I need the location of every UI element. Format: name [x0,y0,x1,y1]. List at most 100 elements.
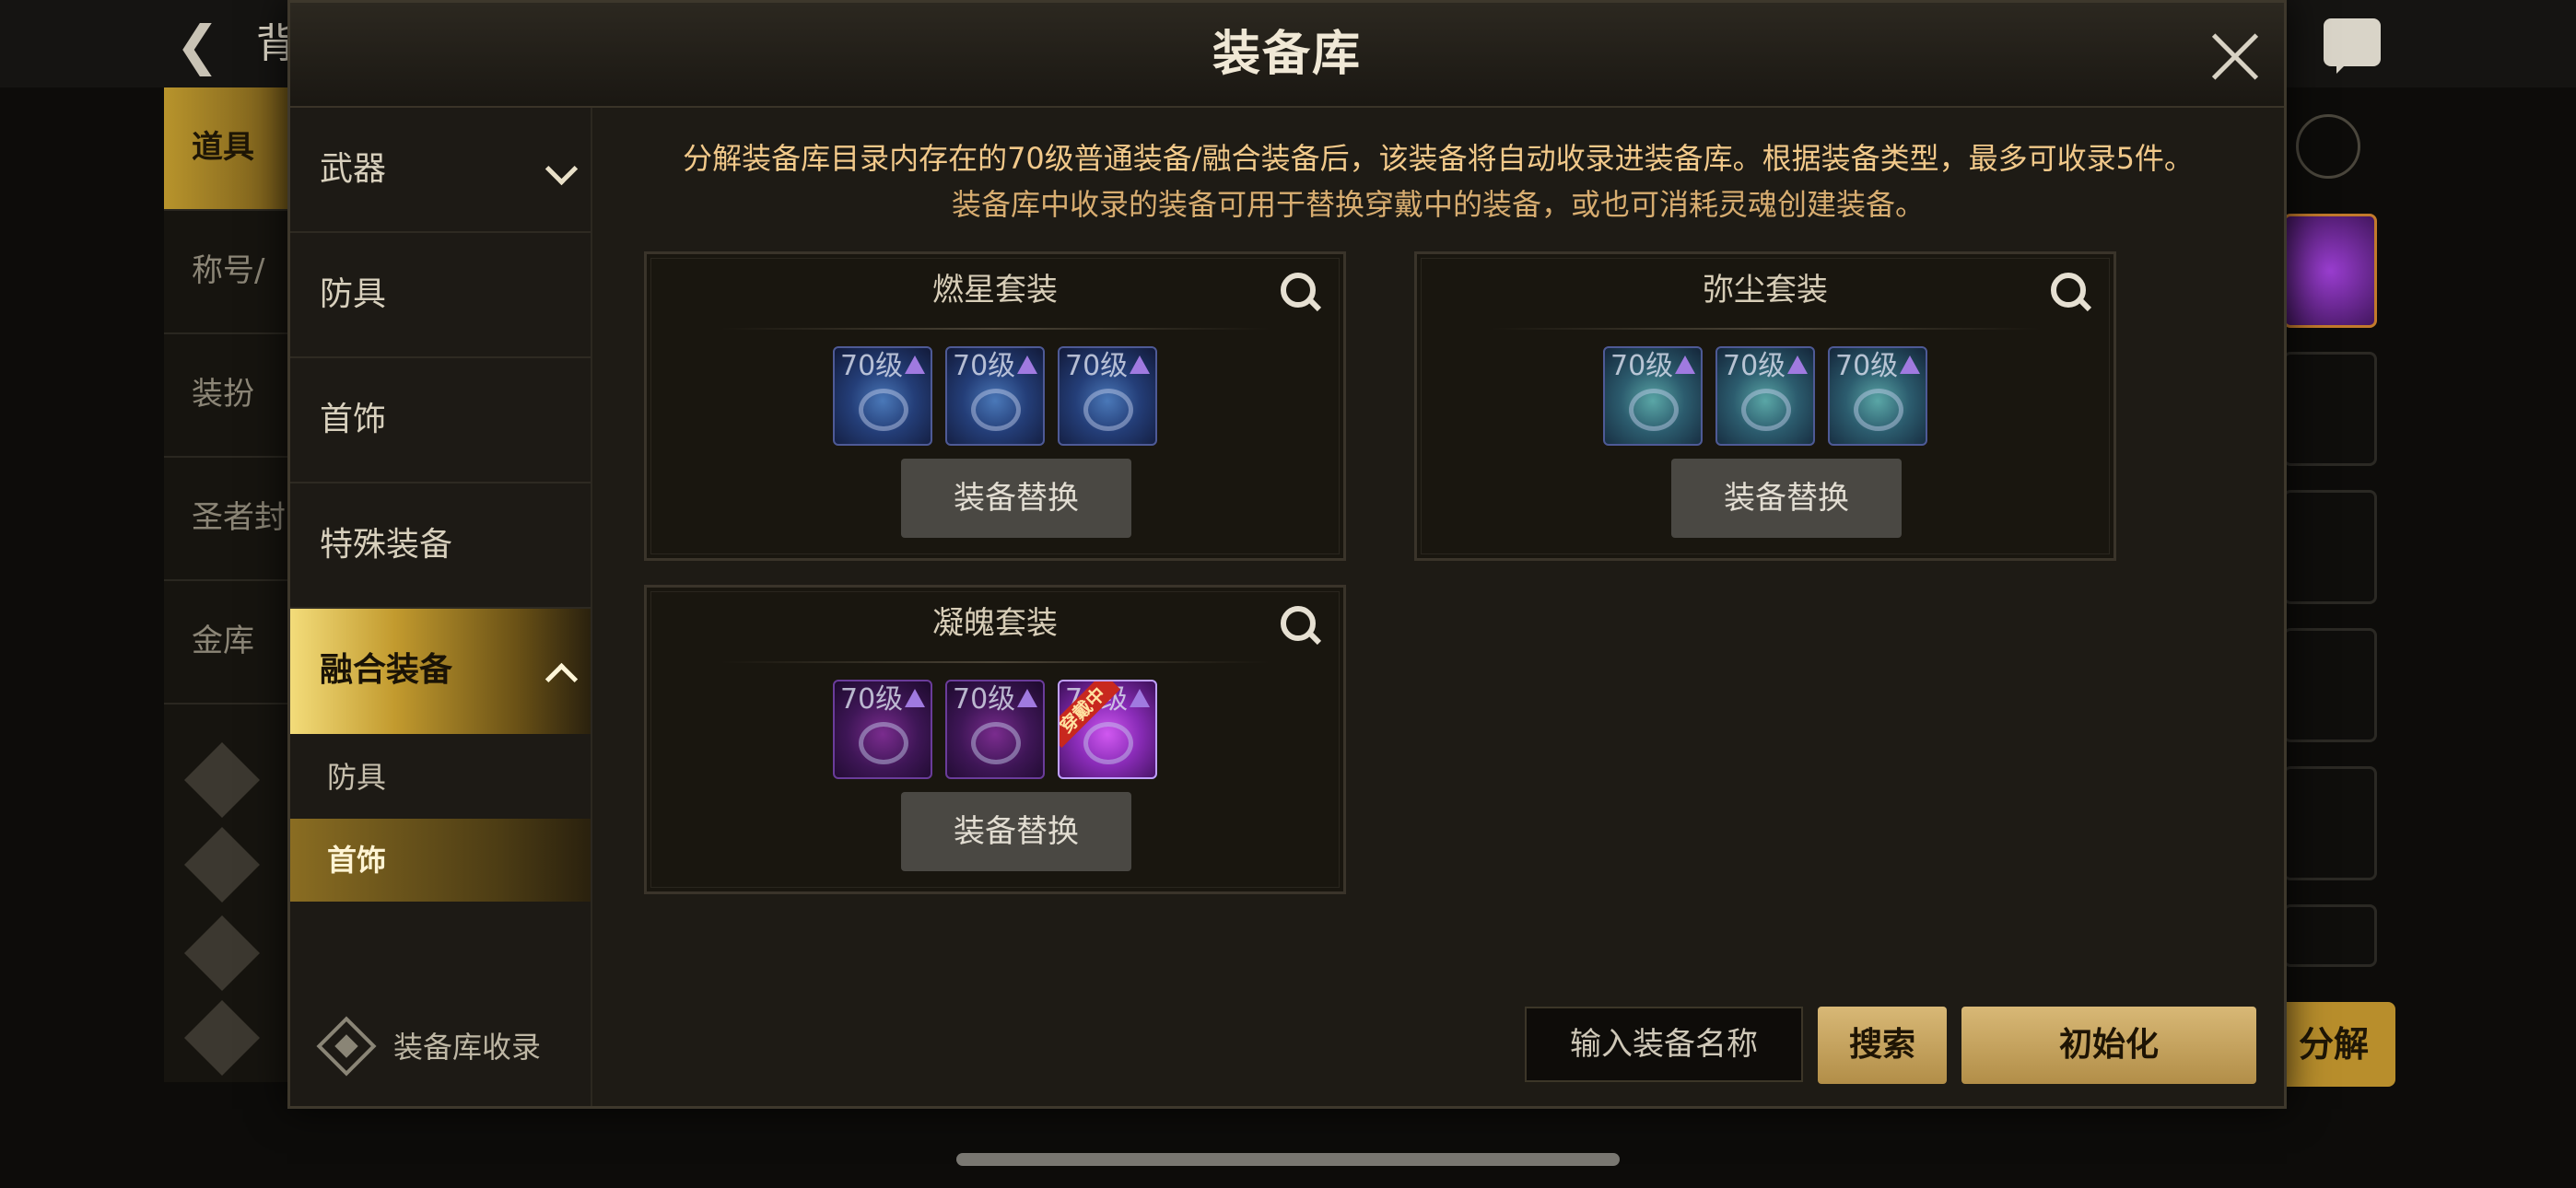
category-label: 武器 [320,150,387,188]
equipment-vault-dialog: 装备库 武器 防具 首饰 特殊装备 融合装备 防具 首饰 装备库收录 分解装备库… [287,0,2287,1109]
set-slots: 70级 70级 70级 [1417,346,2113,446]
equipment-slot[interactable]: 70级 [1603,346,1703,446]
equipment-slot-equipped[interactable]: 70级 穿戴中 [1058,680,1157,779]
background-tab-items[interactable]: 道具 [164,87,299,211]
notice-line-2: 装备库中收录的装备可用于替换穿戴中的装备，或也可消耗灵魂创建装备。 [951,187,1925,222]
chevron-down-icon [544,152,579,186]
vault-notice: 分解装备库目录内存在的70级普通装备/融合装备后，该装备将自动收录进装备库。根据… [592,135,2284,227]
slot-level: 70级 [1835,350,1899,382]
vault-collection-icon [316,1016,377,1077]
rank-triangle-icon [1900,355,1920,374]
slot-level: 70级 [840,350,904,382]
equipment-icon [859,389,908,431]
slot-level: 70级 [1610,350,1674,382]
category-weapons[interactable]: 武器 [290,108,591,233]
slot-level: 70级 [1723,350,1786,382]
notice-line-1: 分解装备库目录内存在的70级普通装备/融合装备后，该装备将自动收录进装备库。根据… [683,141,2194,176]
search-button[interactable]: 搜索 [1818,1007,1947,1084]
category-label: 防具 [320,275,387,313]
magnifier-icon[interactable] [1281,273,1321,313]
equipment-icon [971,722,1021,764]
vault-main-panel: 分解装备库目录内存在的70级普通装备/融合装备后，该装备将自动收录进装备库。根据… [592,108,2284,1106]
background-tab-outfit[interactable]: 装扮 [164,334,299,458]
slot-level: 70级 [953,350,1016,382]
equipment-set-card: 弥尘套装 70级 70级 70级 装备替换 [1414,251,2116,561]
equipment-icon [1083,722,1133,764]
category-label: 首饰 [320,401,387,438]
equipment-name-search-input[interactable] [1525,1007,1803,1082]
equipment-icon [1741,389,1791,431]
rank-triangle-icon [1675,355,1695,374]
equipment-slot[interactable]: 70级 [945,346,1045,446]
background-decompose-button[interactable]: 分解 [2272,1002,2395,1087]
back-arrow-icon[interactable]: ❮ [175,17,240,74]
rank-triangle-icon [1130,355,1150,374]
background-equip-slot[interactable] [2283,904,2377,967]
pentagram-icon[interactable] [2296,114,2360,179]
category-accessories[interactable]: 首饰 [290,358,591,483]
equipment-slot[interactable]: 70级 [1715,346,1815,446]
equipment-icon [1854,389,1903,431]
subcategory-accessories[interactable]: 首饰 [290,819,591,902]
equipment-slot[interactable]: 70级 [1828,346,1927,446]
category-label: 特殊装备 [320,526,453,564]
background-equip-slot[interactable] [2283,628,2377,742]
equipment-slot[interactable]: 70级 [833,346,932,446]
background-equip-slot[interactable] [2283,214,2377,328]
subcategory-label: 首饰 [327,843,387,878]
vault-collection-label: 装备库收录 [393,1030,542,1065]
divider [720,661,1270,663]
rank-triangle-icon [905,355,925,374]
vault-collection-button[interactable]: 装备库收录 [290,988,591,1106]
category-sidebar: 武器 防具 首饰 特殊装备 融合装备 防具 首饰 装备库收录 [290,108,592,1106]
chevron-up-icon [544,662,579,696]
equipment-slot[interactable]: 70级 [1058,346,1157,446]
subcategory-armor[interactable]: 防具 [290,736,591,819]
set-slots: 70级 70级 70级 [647,346,1343,446]
set-name: 凝魄套装 [932,605,1058,642]
equipment-icon [1083,389,1133,431]
equipment-icon [971,389,1021,431]
rank-triangle-icon [905,689,925,707]
background-tab-vault[interactable]: 金库 [164,581,299,705]
slot-level: 70级 [953,683,1016,716]
rank-triangle-icon [1787,355,1808,374]
equipment-set-card: 凝魄套装 70级 70级 70级 穿戴中 装备替 [644,585,1346,894]
background-tab-titles[interactable]: 称号/ [164,211,299,334]
category-fusion-equipment[interactable]: 融合装备 [290,609,591,734]
category-special-equipment[interactable]: 特殊装备 [290,483,591,609]
subcategory-label: 防具 [327,760,387,795]
rank-triangle-icon [1017,355,1037,374]
slot-level: 70级 [840,683,904,716]
set-slots: 70级 70级 70级 穿戴中 [647,680,1343,779]
dialog-header: 装备库 [290,3,2284,108]
slot-level: 70级 [1065,350,1129,382]
home-indicator[interactable] [956,1153,1620,1166]
chat-icon[interactable] [2324,18,2381,74]
rank-triangle-icon [1130,689,1150,707]
divider [720,328,1270,330]
divider [1491,328,2040,330]
equipment-slot[interactable]: 70级 [833,680,932,779]
equipment-icon [859,722,908,764]
swap-equipment-button[interactable]: 装备替换 [901,792,1131,871]
equipment-slot[interactable]: 70级 [945,680,1045,779]
rank-triangle-icon [1017,689,1037,707]
swap-equipment-button[interactable]: 装备替换 [1671,459,1902,538]
set-name: 弥尘套装 [1703,272,1828,309]
swap-equipment-button[interactable]: 装备替换 [901,459,1131,538]
equipment-icon [1629,389,1679,431]
magnifier-icon[interactable] [1281,606,1321,646]
dialog-title: 装备库 [1212,27,1362,82]
background-equip-slot[interactable] [2283,352,2377,466]
close-icon[interactable] [2207,29,2264,86]
background-equip-slot[interactable] [2283,766,2377,880]
background-equip-slot[interactable] [2283,490,2377,604]
category-armor[interactable]: 防具 [290,233,591,358]
initialize-button[interactable]: 初始化 [1961,1007,2256,1084]
magnifier-icon[interactable] [2051,273,2091,313]
category-label: 融合装备 [320,651,453,689]
set-name: 燃星套装 [932,272,1058,309]
background-tab-seal[interactable]: 圣者封 [164,458,299,581]
equipment-set-card: 燃星套装 70级 70级 70级 装备替换 [644,251,1346,561]
